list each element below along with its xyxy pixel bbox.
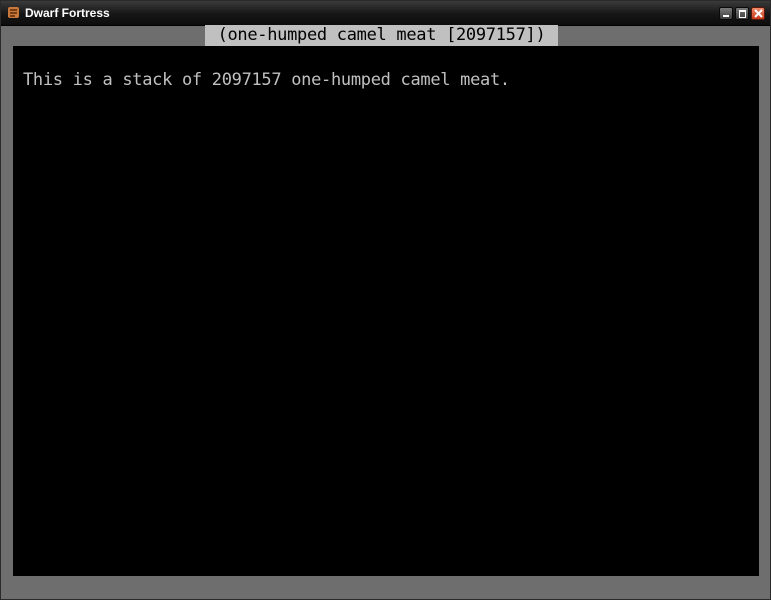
- item-header: (one-humped camel meat [2097157]): [205, 25, 558, 46]
- minimize-icon[interactable]: [719, 7, 733, 20]
- window-title: Dwarf Fortress: [25, 6, 110, 20]
- app-window: Dwarf Fortress (one-humped camel meat [2…: [0, 0, 771, 600]
- game-screen: [13, 46, 759, 576]
- dwarf-fortress-app-icon[interactable]: [7, 6, 20, 19]
- item-description: This is a stack of 2097157 one-humped ca…: [23, 70, 510, 90]
- title-bar[interactable]: Dwarf Fortress: [1, 1, 770, 26]
- close-icon[interactable]: [751, 7, 765, 20]
- item-title: (one-humped camel meat [2097157]): [217, 25, 546, 45]
- maximize-icon[interactable]: [735, 7, 749, 20]
